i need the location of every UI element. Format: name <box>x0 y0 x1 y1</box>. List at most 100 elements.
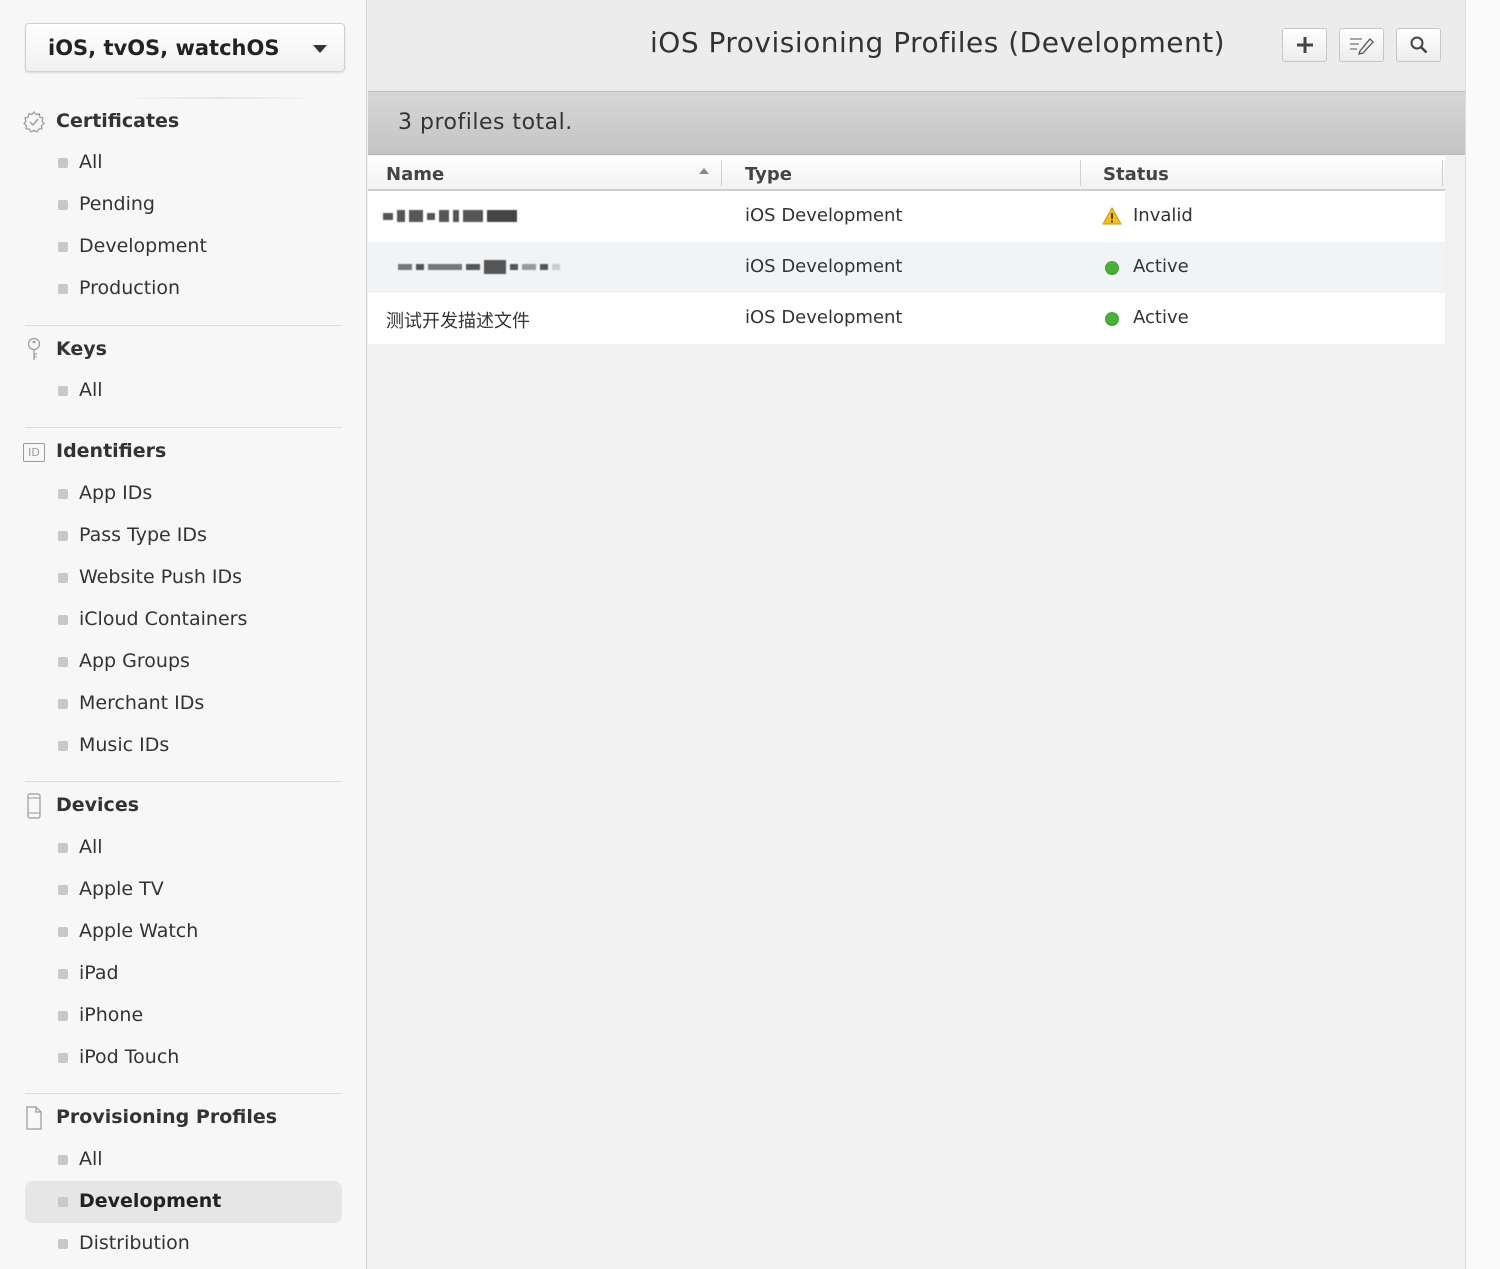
bullet-icon <box>58 843 68 853</box>
sidebar-item-label: Merchant IDs <box>79 692 205 714</box>
document-icon <box>21 1104 47 1132</box>
sidebar-item-certificates-all[interactable]: All <box>25 142 342 184</box>
sidebar-item-icloud-containers[interactable]: iCloud Containers <box>25 599 342 641</box>
certificate-icon <box>21 108 47 136</box>
sidebar-item-iphone[interactable]: iPhone <box>25 995 342 1037</box>
sidebar-item-label: Website Push IDs <box>79 566 243 588</box>
sidebar-item-label: iPad <box>79 962 119 984</box>
sidebar-item-label: Pass Type IDs <box>79 524 207 546</box>
platform-select[interactable]: iOS, tvOS, watchOS <box>25 23 345 72</box>
section-title-certificates: Certificates <box>56 110 180 132</box>
sidebar-item-app-groups[interactable]: App Groups <box>25 641 342 683</box>
column-separator <box>721 160 722 186</box>
sidebar-item-apple-watch[interactable]: Apple Watch <box>25 911 342 953</box>
sidebar-item-label: Apple TV <box>79 878 164 900</box>
bullet-icon <box>58 657 68 667</box>
sidebar-item-label: Pending <box>79 193 155 215</box>
bullet-icon <box>58 885 68 895</box>
search-button[interactable] <box>1396 28 1441 62</box>
title-bar: iOS Provisioning Profiles (Development) <box>368 0 1465 91</box>
section-title-identifiers: Identifiers <box>56 440 167 462</box>
sidebar-item-merchant-ids[interactable]: Merchant IDs <box>25 683 342 725</box>
column-header-type[interactable]: Type <box>745 164 792 185</box>
key-icon <box>21 336 47 364</box>
page-title: iOS Provisioning Profiles (Development) <box>650 26 1226 59</box>
redacted-name <box>398 256 564 278</box>
sidebar-item-profiles-distribution[interactable]: Distribution <box>25 1223 342 1265</box>
sidebar-item-music-ids[interactable]: Music IDs <box>25 725 342 767</box>
phone-icon <box>21 792 47 820</box>
table-row[interactable]: 测试开发描述文件 iOS Development Active <box>368 293 1445 344</box>
section-header-identifiers: ID Identifiers <box>0 438 340 466</box>
sidebar-item-website-push-ids[interactable]: Website Push IDs <box>25 557 342 599</box>
profile-status: Invalid <box>1133 205 1193 226</box>
bullet-icon <box>58 284 68 294</box>
profile-status: Active <box>1133 307 1189 328</box>
sidebar-item-label: App Groups <box>79 650 190 672</box>
bullet-icon <box>58 615 68 625</box>
sidebar-item-profiles-development[interactable]: Development <box>25 1181 342 1223</box>
section-title-keys: Keys <box>56 338 107 360</box>
sort-ascending-icon <box>699 168 709 174</box>
bullet-icon <box>58 1011 68 1021</box>
sidebar-item-devices-all[interactable]: All <box>25 827 342 869</box>
sidebar-item-ipad[interactable]: iPad <box>25 953 342 995</box>
bullet-icon <box>58 1155 68 1165</box>
sidebar-item-label: Production <box>79 277 181 299</box>
section-header-keys: Keys <box>0 336 340 364</box>
divider <box>25 325 342 326</box>
profile-type: iOS Development <box>745 256 903 277</box>
sidebar-item-profiles-all[interactable]: All <box>25 1139 342 1181</box>
search-icon <box>1410 36 1427 54</box>
bullet-icon <box>58 741 68 751</box>
table-row[interactable]: iOS Development Invalid <box>368 191 1445 242</box>
bullet-icon <box>58 573 68 583</box>
section-header-certificates: Certificates <box>0 108 340 136</box>
section-title-provisioning-profiles: Provisioning Profiles <box>56 1106 278 1128</box>
sidebar-item-pass-type-ids[interactable]: Pass Type IDs <box>25 515 342 557</box>
bullet-icon <box>58 699 68 709</box>
bullet-icon <box>58 386 68 396</box>
table-row[interactable]: iOS Development Active <box>368 242 1445 293</box>
summary-bar: 3 profiles total. <box>368 91 1465 155</box>
plus-icon <box>1296 37 1313 53</box>
sidebar-item-label: iCloud Containers <box>79 608 248 630</box>
sidebar-item-label: Music IDs <box>79 734 170 756</box>
sidebar-item-label: All <box>79 1148 103 1170</box>
sidebar-item-apple-tv[interactable]: Apple TV <box>25 869 342 911</box>
section-header-devices: Devices <box>0 792 340 820</box>
table-header: Name Type Status <box>368 156 1445 191</box>
divider <box>25 427 342 428</box>
bullet-icon <box>58 158 68 168</box>
bullet-icon <box>58 927 68 937</box>
redacted-name <box>383 205 521 227</box>
column-header-name[interactable]: Name <box>386 164 444 185</box>
profiles-count: 3 profiles total. <box>398 110 573 135</box>
sidebar-item-label: All <box>79 836 103 858</box>
sidebar-item-app-ids[interactable]: App IDs <box>25 473 342 515</box>
sidebar-item-label: App IDs <box>79 482 153 504</box>
sidebar-item-certificates-production[interactable]: Production <box>25 268 342 310</box>
sidebar-item-label: iPod Touch <box>79 1046 180 1068</box>
select-shadow <box>120 97 320 99</box>
sidebar-item-ipod-touch[interactable]: iPod Touch <box>25 1037 342 1079</box>
bullet-icon <box>58 1053 68 1063</box>
active-status-icon <box>1105 261 1119 275</box>
bullet-icon <box>58 1239 68 1249</box>
sidebar-item-label: Development <box>79 1190 222 1212</box>
id-badge-text: ID <box>23 442 45 462</box>
sidebar-item-keys-all[interactable]: All <box>25 370 342 412</box>
sidebar-item-label: All <box>79 151 103 173</box>
right-margin <box>1465 0 1500 1269</box>
section-title-devices: Devices <box>56 794 140 816</box>
profile-name: 测试开发描述文件 <box>386 311 530 332</box>
add-button[interactable] <box>1282 28 1327 62</box>
sidebar-item-label: All <box>79 379 103 401</box>
chevron-down-icon <box>313 45 327 53</box>
divider <box>25 781 342 782</box>
sidebar-item-certificates-pending[interactable]: Pending <box>25 184 342 226</box>
column-header-status[interactable]: Status <box>1103 164 1169 185</box>
edit-button[interactable] <box>1339 28 1384 62</box>
sidebar-item-certificates-development[interactable]: Development <box>25 226 342 268</box>
bullet-icon <box>58 531 68 541</box>
